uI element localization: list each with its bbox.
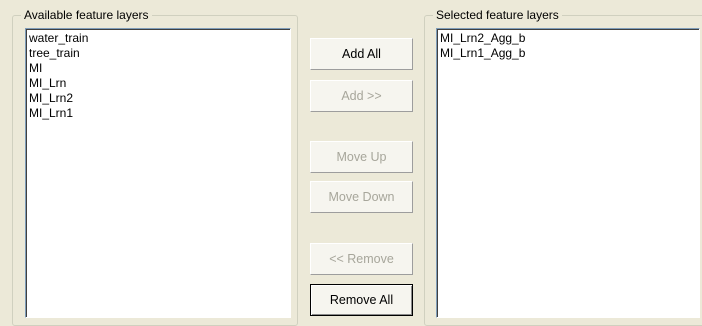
list-item[interactable]: MI_Lrn1_Agg_b [440,46,697,61]
selected-layers-group: Selected feature layers MI_Lrn2_Agg_b MI… [424,8,702,326]
list-item[interactable]: MI_Lrn2_Agg_b [440,31,697,46]
list-item[interactable]: MI_Lrn [29,76,288,91]
add-all-button[interactable]: Add All [310,38,413,70]
list-item[interactable]: MI_Lrn1 [29,106,288,121]
available-layers-legend: Available feature layers [21,8,152,22]
selected-layers-legend: Selected feature layers [433,8,562,22]
available-layers-group: Available feature layers water_train tre… [12,8,298,326]
list-item[interactable]: MI [29,61,288,76]
move-up-button[interactable]: Move Up [310,141,413,173]
list-item[interactable]: MI_Lrn2 [29,91,288,106]
remove-all-button[interactable]: Remove All [310,284,413,316]
move-down-button[interactable]: Move Down [310,181,413,213]
selected-layers-list[interactable]: MI_Lrn2_Agg_b MI_Lrn1_Agg_b [436,28,700,318]
list-item[interactable]: water_train [29,31,288,46]
list-item[interactable]: tree_train [29,46,288,61]
remove-button[interactable]: << Remove [310,243,413,275]
add-button[interactable]: Add >> [310,80,413,112]
available-layers-list[interactable]: water_train tree_train MI MI_Lrn MI_Lrn2… [25,28,291,318]
